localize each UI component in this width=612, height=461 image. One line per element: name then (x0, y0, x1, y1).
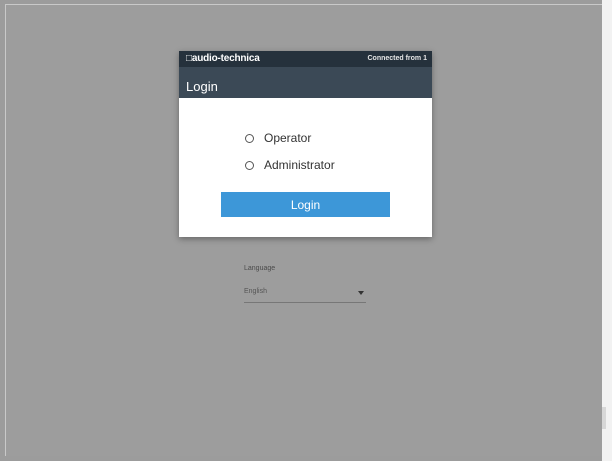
language-value: English (244, 288, 267, 295)
scroll-indicator (602, 407, 606, 429)
dialog-header: □audio-technica Connected from 1 Login (179, 51, 432, 98)
login-dialog: □audio-technica Connected from 1 Login O… (179, 51, 432, 237)
administrator-label: Administrator (264, 158, 335, 172)
role-option-operator[interactable]: Operator (245, 131, 335, 145)
role-option-administrator[interactable]: Administrator (245, 158, 335, 172)
connection-status: Connected from 1 (367, 55, 427, 62)
operator-radio[interactable] (245, 133, 254, 143)
administrator-radio[interactable] (245, 160, 254, 170)
caret-down-icon (358, 291, 364, 295)
dialog-title: Login (186, 79, 218, 94)
brand-bar: □audio-technica Connected from 1 (179, 51, 432, 67)
role-list: Operator Administrator (245, 131, 335, 185)
window-edge (602, 0, 612, 461)
brand-logo: □audio-technica (186, 53, 260, 64)
login-button[interactable]: Login (221, 192, 390, 217)
language-label: Language (244, 265, 276, 272)
operator-label: Operator (264, 131, 312, 145)
language-dropdown[interactable]: English (244, 286, 366, 303)
language-selector: Language English (244, 265, 366, 303)
